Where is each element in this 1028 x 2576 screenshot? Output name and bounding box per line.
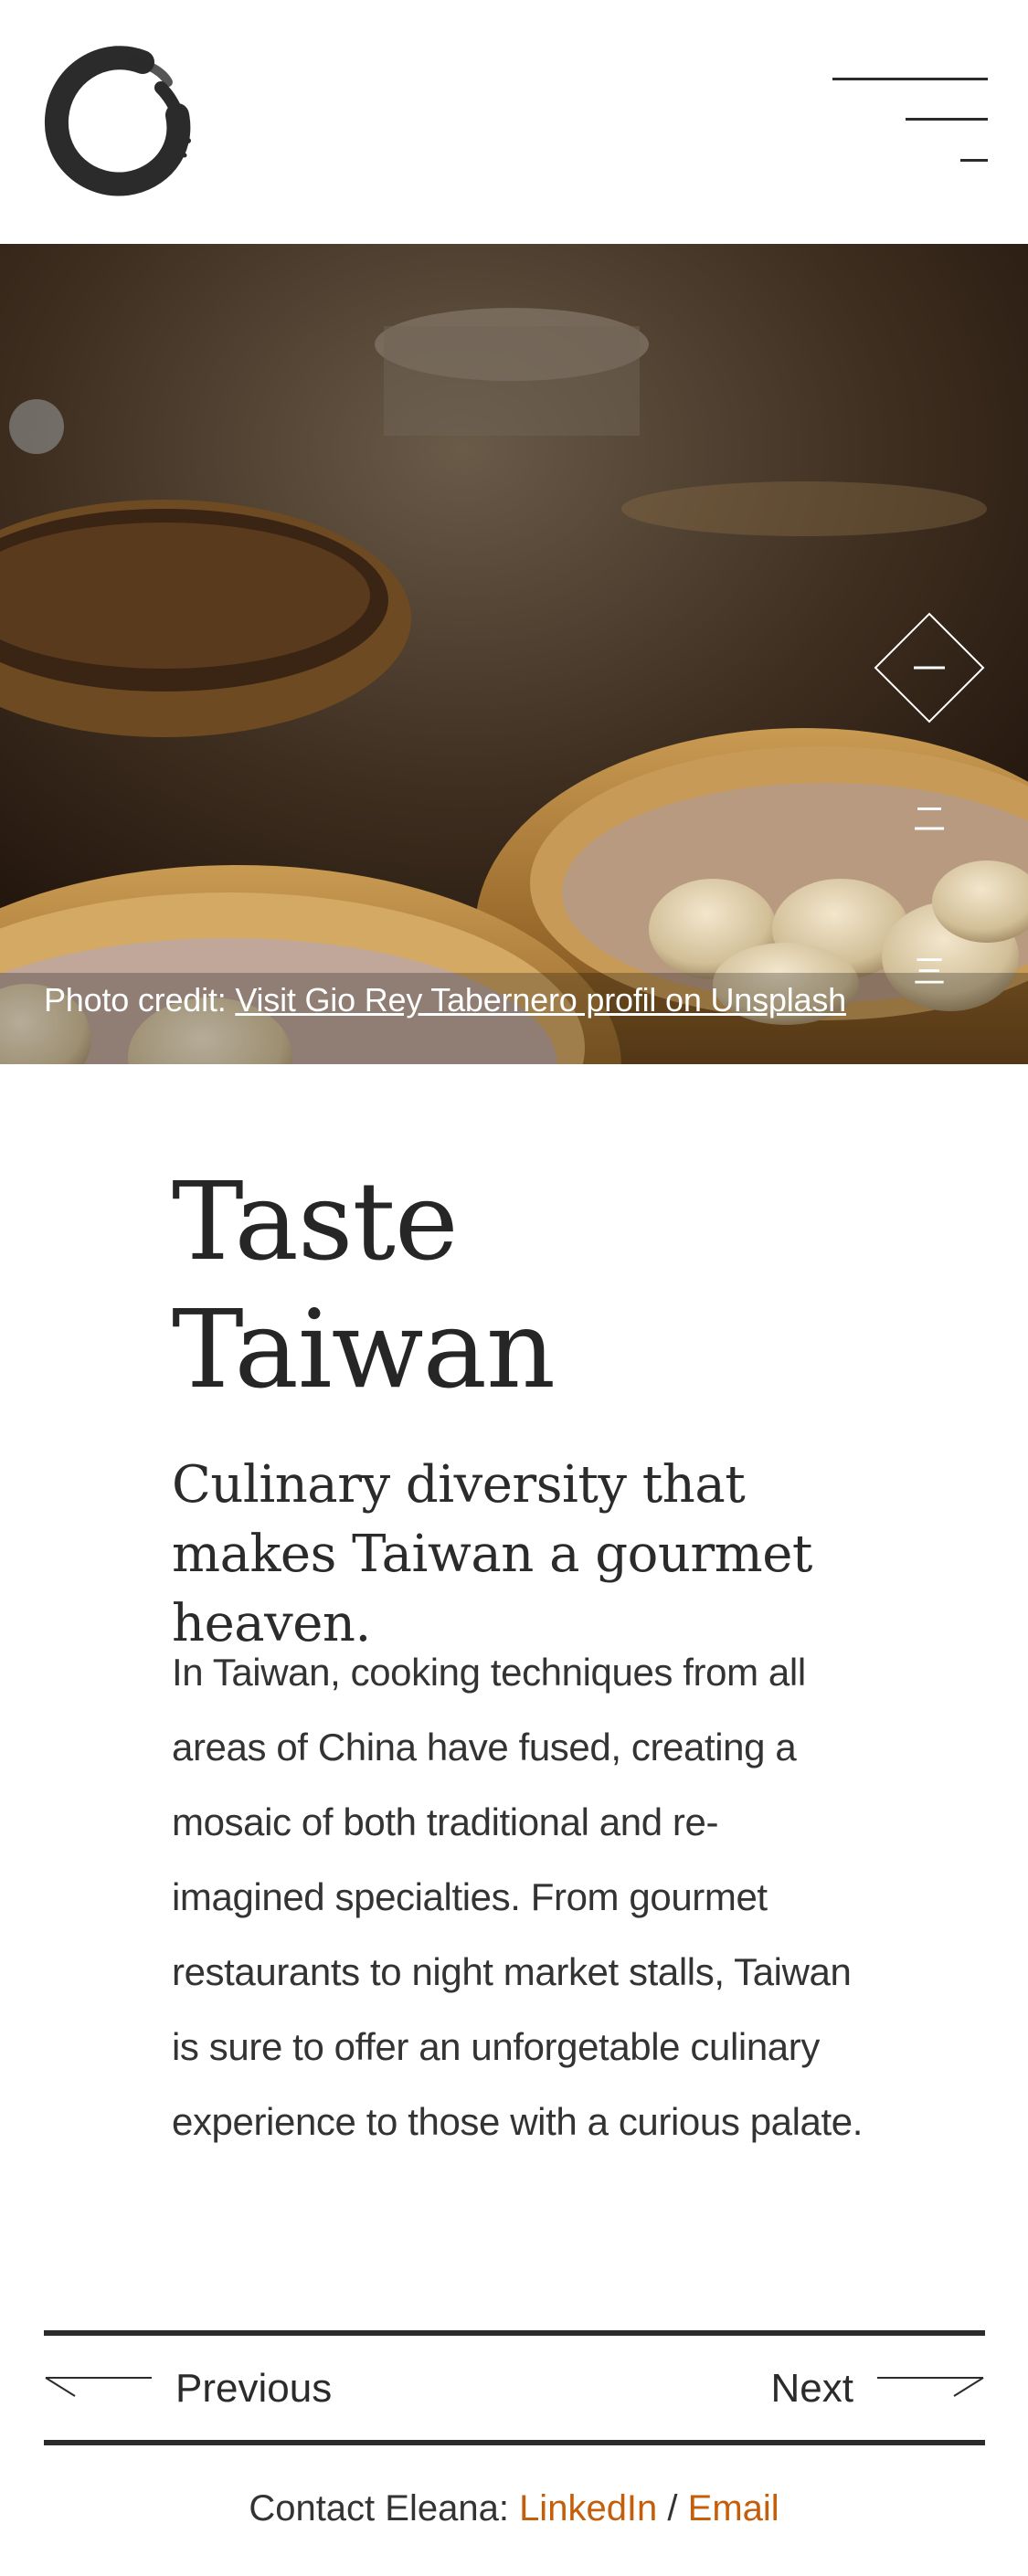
next-label: Next <box>770 2366 853 2411</box>
site-header <box>0 0 1028 244</box>
chapter-nav-item[interactable]: 三 <box>874 956 985 989</box>
hamburger-menu-icon[interactable] <box>828 73 988 169</box>
contact-footer: Contact Eleana: LinkedIn / Email <box>0 2483 1028 2534</box>
next-button[interactable]: Next <box>620 2336 985 2440</box>
photo-credit-link[interactable]: Visit Gio Rey Tabernero profil on Unspla… <box>235 981 846 1019</box>
photo-credit: Photo credit: Visit Gio Rey Tabernero pr… <box>44 981 846 1019</box>
page-title: Taste Taiwan <box>172 1157 866 1413</box>
diamond-icon[interactable] <box>874 612 985 723</box>
link-separator: / <box>657 2488 688 2528</box>
linkedin-link[interactable]: LinkedIn <box>519 2488 657 2528</box>
arrow-right-icon <box>877 2377 984 2397</box>
hero-image: 二 三 四 <box>0 244 1028 1064</box>
hero-chapter-nav: 二 三 四 <box>874 612 985 1064</box>
contact-prefix: Contact Eleana: <box>249 2488 520 2528</box>
previous-label: Previous <box>175 2366 333 2411</box>
pagination-nav: Previous Next <box>44 2330 985 2445</box>
enso-circle-icon[interactable] <box>40 42 196 197</box>
arrow-left-icon <box>45 2377 152 2397</box>
email-link[interactable]: Email <box>688 2488 779 2528</box>
page-subtitle: Culinary diversity that makes Taiwan a g… <box>172 1455 812 1653</box>
previous-button[interactable]: Previous <box>44 2336 409 2440</box>
article-body-text: In Taiwan, cooking techniques from all a… <box>172 1651 863 2143</box>
title-line: Taiwan <box>172 1286 556 1412</box>
chapter-nav-item[interactable]: 二 <box>874 804 985 837</box>
title-line: Taste <box>172 1158 459 1284</box>
photo-credit-prefix: Photo credit: <box>44 981 236 1019</box>
